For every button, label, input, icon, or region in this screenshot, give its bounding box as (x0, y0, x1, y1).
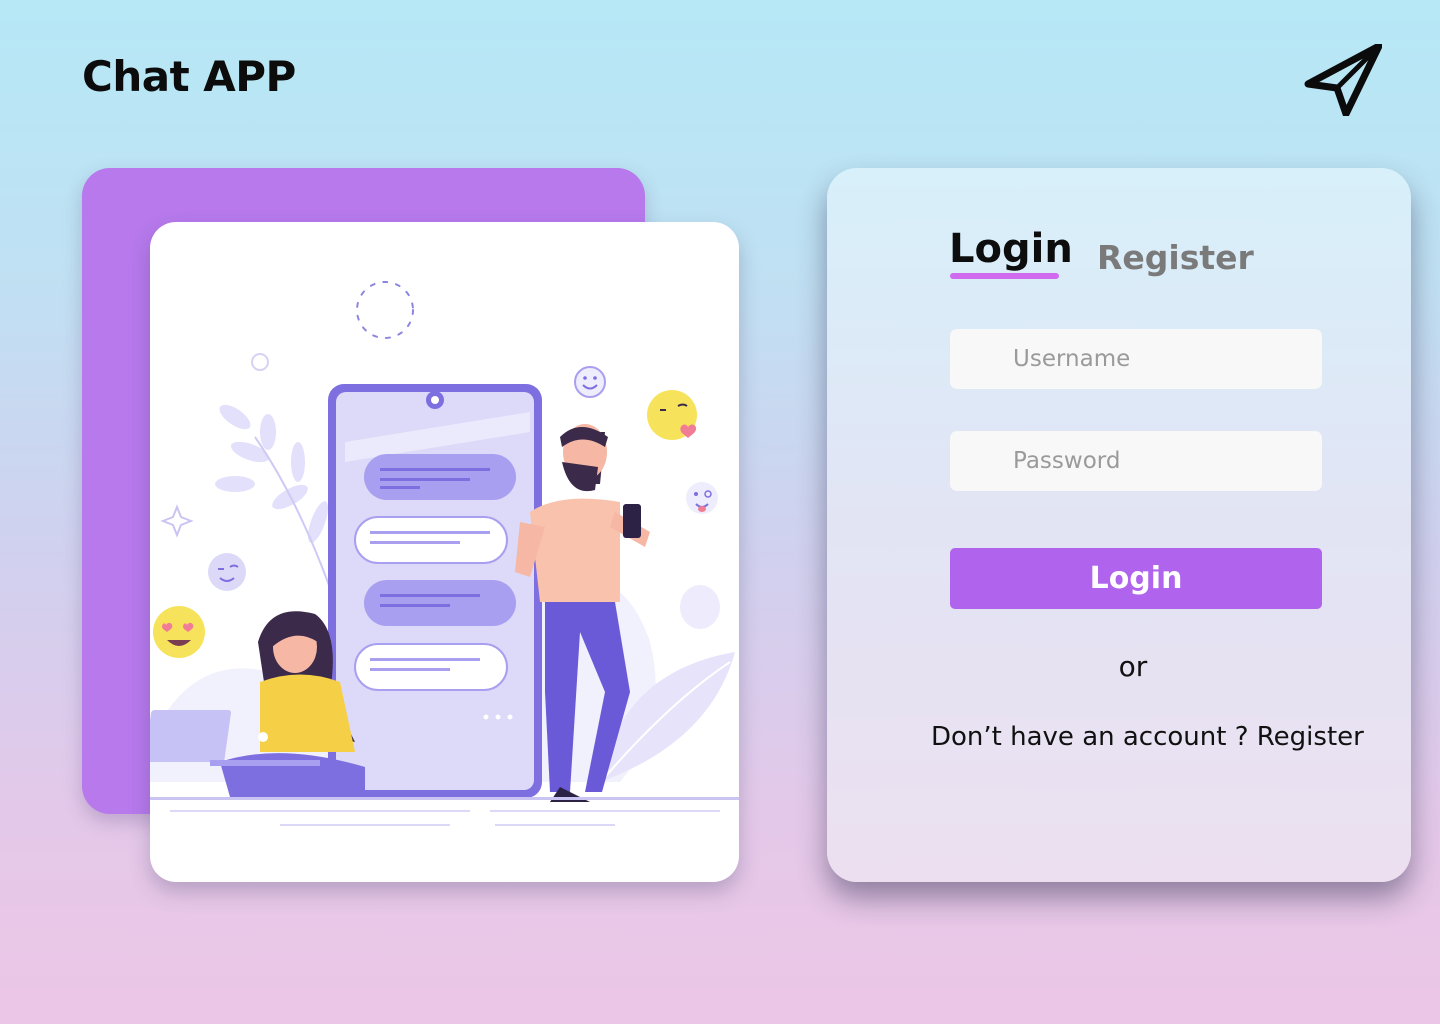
smiley-icon (574, 366, 606, 398)
sparkle-ring-icon (356, 281, 414, 339)
or-divider: or (1118, 650, 1148, 683)
login-button[interactable]: Login (950, 548, 1322, 609)
wink-emoji-icon (208, 553, 246, 591)
leaf-plant-icon (215, 404, 328, 543)
password-input[interactable] (950, 431, 1322, 491)
tongue-emoji-icon (686, 482, 718, 514)
username-input[interactable] (950, 329, 1322, 389)
tab-login[interactable]: Login (949, 226, 1073, 272)
tab-register[interactable]: Register (1097, 238, 1254, 277)
active-tab-indicator (950, 273, 1059, 279)
paper-plane-icon[interactable] (1304, 44, 1382, 116)
chat-illustration (150, 281, 739, 826)
register-link[interactable]: Register (1257, 722, 1364, 752)
heart-eyes-emoji-icon (153, 606, 205, 658)
app-title: Chat APP (82, 52, 296, 101)
signup-prompt: Don’t have an account ? Register (931, 722, 1364, 752)
kiss-emoji-icon (647, 390, 697, 440)
illustration-card (150, 222, 739, 882)
login-card: Login Register Login or Don’t have an ac… (827, 168, 1411, 882)
signup-prompt-text: Don’t have an account ? (931, 722, 1249, 752)
phone-icon (328, 384, 542, 798)
